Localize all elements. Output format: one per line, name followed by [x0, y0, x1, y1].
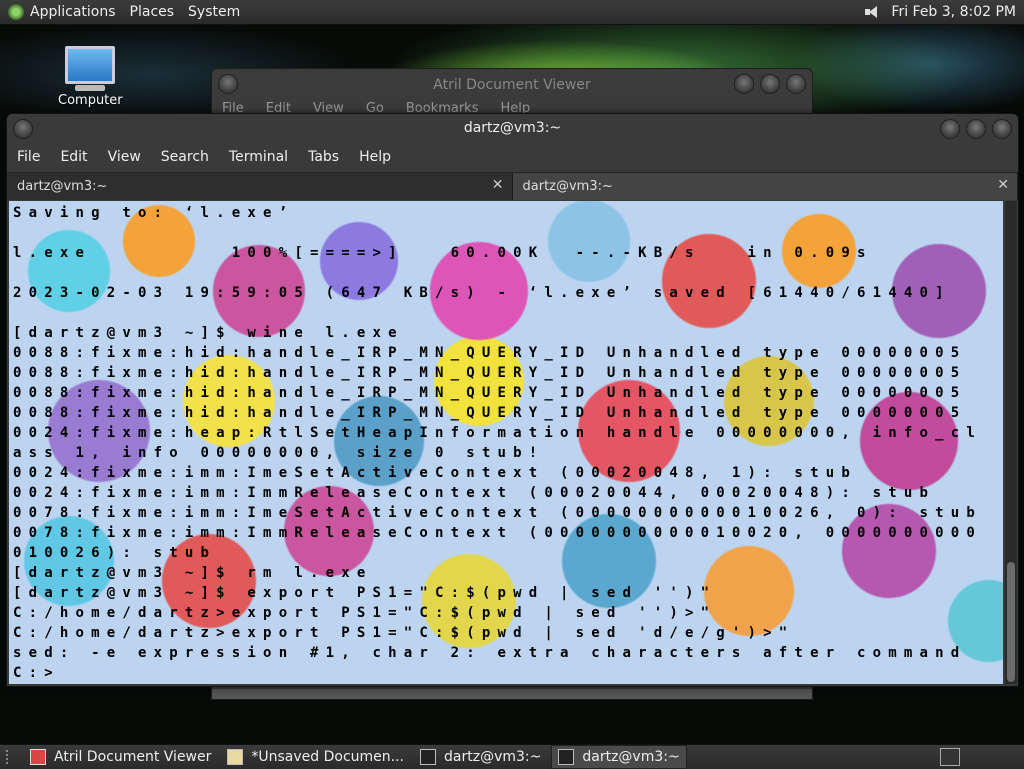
- terminal-line: l.exe 100%[====>] 60.00K --.-KB/s in 0.0…: [13, 245, 873, 261]
- terminal-line: 0024:fixme:imm:ImeSetActiveContext (0002…: [13, 465, 857, 481]
- workspace-switcher-icon[interactable]: [940, 748, 960, 766]
- menu-edit[interactable]: Edit: [60, 149, 87, 165]
- taskbar-item-atril[interactable]: Atril Document Viewer: [24, 746, 217, 768]
- terminal-title: dartz@vm3:~: [463, 120, 562, 136]
- terminal-line: 0088:fixme:hid:handle_IRP_MN_QUERY_ID Un…: [13, 365, 967, 381]
- taskbar-item-terminal-1[interactable]: dartz@vm3:~: [414, 746, 547, 768]
- terminal-menubar: File Edit View Search Terminal Tabs Help: [7, 142, 1018, 172]
- terminal-line: 2023-02-03 19:59:05 (647 KB/s) - ‘l.exe’…: [13, 285, 951, 301]
- minimize-button[interactable]: [940, 119, 960, 139]
- computer-stand: [75, 85, 105, 91]
- terminal-line: C:/home/dartz>export PS1="C:$(pwd | sed …: [13, 625, 795, 641]
- terminal-line: sed: -e expression #1, char 2: extra cha…: [13, 645, 967, 661]
- desktop-icon-label: Computer: [58, 93, 123, 108]
- tab-close-icon[interactable]: ✕: [492, 177, 504, 193]
- desktop-icon-computer[interactable]: Computer: [58, 46, 123, 108]
- menu-search[interactable]: Search: [161, 149, 209, 165]
- terminal-line: 0088:fixme:hid:handle_IRP_MN_QUERY_ID Un…: [13, 385, 967, 401]
- menu-places[interactable]: Places: [130, 4, 175, 20]
- terminal-line: 010026): stub: [13, 545, 217, 561]
- terminal-line: 0078:fixme:imm:ImeSetActiveContext (0000…: [13, 505, 982, 521]
- terminal-tab-1[interactable]: dartz@vm3:~ ✕: [7, 173, 513, 200]
- terminal-line: ass 1, info 00000000, size 0 stub!: [13, 445, 545, 461]
- window-menu-button[interactable]: [218, 74, 238, 94]
- distro-logo-icon[interactable]: [8, 4, 24, 20]
- document-viewer-icon: [30, 749, 46, 765]
- terminal-line: C:>: [13, 665, 60, 681]
- menu-system[interactable]: System: [188, 4, 240, 20]
- terminal-line: [dartz@vm3 ~]$ rm l.exe: [13, 565, 373, 581]
- atril-bottom-bar: [212, 689, 812, 699]
- terminal-line: 0088:fixme:hid:handle_IRP_MN_QUERY_ID Un…: [13, 405, 967, 421]
- terminal-titlebar[interactable]: dartz@vm3:~: [7, 114, 1018, 142]
- tab-label: dartz@vm3:~: [17, 179, 108, 194]
- close-button[interactable]: [992, 119, 1012, 139]
- terminal-icon: [420, 749, 437, 765]
- maximize-button[interactable]: [760, 74, 780, 94]
- taskbar-item-editor[interactable]: *Unsaved Documen...: [221, 746, 410, 768]
- terminal-tabs: dartz@vm3:~ ✕ dartz@vm3:~ ✕: [7, 172, 1018, 200]
- panel-handle[interactable]: [6, 750, 18, 764]
- menu-help[interactable]: Help: [359, 149, 391, 165]
- maximize-button[interactable]: [966, 119, 986, 139]
- clock[interactable]: Fri Feb 3, 8:02 PM: [891, 4, 1016, 20]
- scrollbar-thumb[interactable]: [1007, 562, 1015, 682]
- menu-tabs[interactable]: Tabs: [308, 149, 339, 165]
- menu-view[interactable]: View: [108, 149, 141, 165]
- terminal-icon: [558, 749, 575, 765]
- menu-file[interactable]: File: [17, 149, 40, 165]
- terminal-line: Saving to: ‘l.exe’: [13, 205, 295, 221]
- terminal-output[interactable]: Saving to: ‘l.exe’ l.exe 100%[====>] 60.0…: [9, 201, 1003, 684]
- taskbar-label: dartz@vm3:~: [582, 749, 680, 765]
- terminal-line: [dartz@vm3 ~]$ export PS1="C:$(pwd | sed…: [13, 585, 717, 601]
- terminal-tab-2[interactable]: dartz@vm3:~ ✕: [512, 173, 1018, 200]
- atril-title: Atril Document Viewer: [433, 77, 591, 93]
- taskbar-item-terminal-2[interactable]: dartz@vm3:~: [551, 745, 687, 769]
- top-panel: Applications Places System Fri Feb 3, 8:…: [0, 0, 1024, 25]
- terminal-scrollbar[interactable]: [1005, 201, 1017, 684]
- computer-icon: [65, 46, 115, 84]
- taskbar-label: *Unsaved Documen...: [251, 749, 405, 765]
- minimize-button[interactable]: [734, 74, 754, 94]
- close-button[interactable]: [786, 74, 806, 94]
- tab-label: dartz@vm3:~: [522, 179, 613, 194]
- terminal-line: 0024:fixme:imm:ImmReleaseContext (000200…: [13, 485, 936, 501]
- text-editor-icon: [227, 749, 244, 765]
- volume-icon[interactable]: [865, 5, 883, 19]
- window-menu-button[interactable]: [13, 119, 33, 139]
- menu-terminal[interactable]: Terminal: [229, 149, 288, 165]
- terminal-line: 0088:fixme:hid:handle_IRP_MN_QUERY_ID Un…: [13, 345, 967, 361]
- terminal-line: [dartz@vm3 ~]$ wine l.exe: [13, 325, 404, 341]
- terminal-line: C:/home/dartz>export PS1="C:$(pwd | sed …: [13, 605, 717, 621]
- bottom-panel: Atril Document Viewer *Unsaved Documen..…: [0, 744, 1024, 769]
- terminal-text: Saving to: ‘l.exe’ l.exe 100%[====>] 60.0…: [13, 203, 1003, 683]
- menu-applications[interactable]: Applications: [30, 4, 116, 20]
- terminal-line: 0078:fixme:imm:ImmReleaseContext (000000…: [13, 525, 982, 541]
- tab-close-icon[interactable]: ✕: [997, 177, 1009, 193]
- taskbar-label: Atril Document Viewer: [54, 749, 212, 765]
- terminal-window[interactable]: dartz@vm3:~ File Edit View Search Termin…: [6, 113, 1019, 687]
- terminal-line: 0024:fixme:heap:RtlSetHeapInformation ha…: [13, 425, 982, 441]
- taskbar-label: dartz@vm3:~: [444, 749, 542, 765]
